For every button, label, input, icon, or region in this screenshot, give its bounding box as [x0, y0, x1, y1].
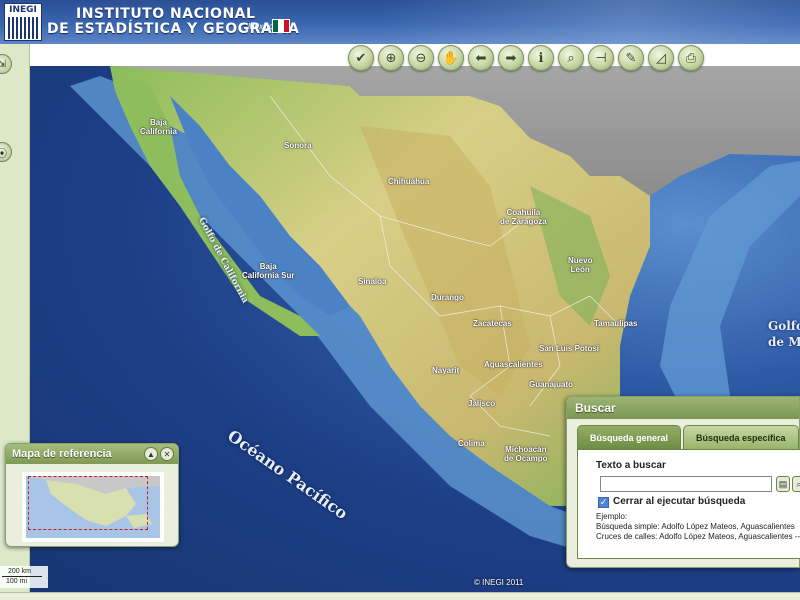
- inegi-logo: INEGI: [4, 3, 42, 41]
- pan-tool-icon: ✋: [442, 50, 460, 66]
- example-title: Ejemplo:: [596, 512, 628, 521]
- measure-tool-button[interactable]: ◿: [648, 45, 674, 71]
- mexico-flag-icon: [272, 19, 290, 33]
- label-zacatecas: Zacatecas: [473, 319, 512, 328]
- label-nayarit: Nayarit: [432, 366, 460, 375]
- pencil-tool-icon: ✎: [625, 50, 637, 66]
- back-tool-button[interactable]: ⬅: [468, 45, 494, 71]
- binoculars-tool-button[interactable]: ⌕: [558, 45, 584, 71]
- back-tool-icon: ⬅: [475, 50, 487, 66]
- scale-bar: 200 km 100 mi: [0, 566, 48, 588]
- check-tool-icon: ✔: [355, 50, 367, 66]
- tab-busqueda-especifica[interactable]: Búsqueda específica: [683, 425, 799, 449]
- bottom-bar: [0, 592, 800, 600]
- search-panel-title: Buscar: [575, 401, 616, 415]
- app-header: INEGI INSTITUTO NACIONAL DE ESTADÍSTICA …: [0, 0, 800, 44]
- info-tool-button[interactable]: ℹ: [528, 45, 554, 71]
- label-coahuila: Coahuila de Zaragoza: [500, 208, 547, 226]
- check-tool-button[interactable]: ✔: [348, 45, 374, 71]
- label-colima: Colima: [458, 439, 485, 448]
- forward-tool-icon: ➡: [505, 50, 517, 66]
- close-on-search-checkbox[interactable]: ✓: [598, 497, 609, 508]
- country-label: México: [248, 22, 274, 31]
- label-sinaloa: Sinaloa: [358, 277, 387, 286]
- label-baja-california-sur: Baja California Sur: [242, 262, 295, 280]
- reference-panel-title: Mapa de referencia: [12, 448, 112, 460]
- label-sonora: Sonora: [284, 141, 312, 150]
- info-tool-icon: ℹ: [538, 50, 544, 66]
- zoom-in-tool-icon: ⊕: [385, 50, 397, 66]
- reference-extent-frame[interactable]: [28, 476, 148, 530]
- search-input[interactable]: [600, 476, 772, 492]
- zoom-out-tool-button[interactable]: ⊖: [408, 45, 434, 71]
- close-on-search-label: Cerrar al ejecutar búsqueda: [613, 496, 746, 507]
- search-panel: Buscar Búsqueda general Búsqueda específ…: [566, 396, 800, 568]
- label-chihuahua: Chihuahua: [388, 177, 430, 186]
- label-durango: Durango: [431, 293, 464, 302]
- rail-expand-button[interactable]: ⇲: [0, 54, 12, 74]
- binoculars-tool-icon: ⌕: [567, 50, 575, 66]
- pan-tool-button[interactable]: ✋: [438, 45, 464, 71]
- search-panel-body: Texto a buscar ▤ ⌕ ✓ Cerrar al ejecutar …: [577, 449, 800, 559]
- label-tamaulipas: Tamaulipas: [594, 319, 638, 328]
- search-go-button[interactable]: ⌕: [792, 476, 800, 492]
- zoom-out-tool-icon: ⊖: [415, 50, 427, 66]
- map-toolbar: ✔ ⊕ ⊖ ✋ ⬅ ➡ ℹ ⌕ ⊣ ✎ ◿ ⎙: [348, 45, 704, 71]
- reference-map-thumbnail[interactable]: [22, 472, 164, 542]
- example-streets: Cruces de calles: Adolfo López Mateos, A…: [596, 532, 800, 541]
- rail-layers-button[interactable]: ⦿: [0, 142, 12, 162]
- measure-tool-icon: ◿: [656, 50, 666, 66]
- search-options-button[interactable]: ▤: [776, 476, 790, 492]
- example-simple: Búsqueda simple: Adolfo López Mateos, Ag…: [596, 522, 795, 531]
- label-michoacan: Michoacán de Ocampo: [504, 445, 548, 463]
- search-panel-header[interactable]: Buscar: [567, 397, 799, 419]
- layers-tool-icon: ⊣: [595, 50, 607, 66]
- institute-title-line1: INSTITUTO NACIONAL: [76, 6, 256, 22]
- tab-busqueda-general[interactable]: Búsqueda general: [577, 425, 682, 449]
- search-text-label: Texto a buscar: [596, 460, 666, 471]
- label-guanajuato: Guanajuato: [529, 380, 574, 389]
- logo-bars: [8, 17, 38, 39]
- pencil-tool-button[interactable]: ✎: [618, 45, 644, 71]
- label-jalisco: Jalisco: [468, 399, 496, 408]
- scale-line: [2, 576, 42, 577]
- forward-tool-button[interactable]: ➡: [498, 45, 524, 71]
- label-san-luis-potosi: San Luis Potosí: [539, 344, 600, 353]
- label-nuevo-leon: Nuevo León: [568, 256, 593, 274]
- print-tool-icon: ⎙: [685, 50, 697, 66]
- label-golfo-mexico: Golfo de Mé: [768, 319, 800, 349]
- logo-text: INEGI: [9, 5, 37, 15]
- reference-map-panel: Mapa de referencia ▲ ✕: [5, 443, 179, 547]
- scale-km: 200 km: [8, 568, 31, 575]
- close-reference-button[interactable]: ✕: [160, 447, 174, 461]
- copyright-notice: © INEGI 2011: [474, 578, 524, 587]
- zoom-in-tool-button[interactable]: ⊕: [378, 45, 404, 71]
- scale-mi: 100 mi: [6, 578, 28, 585]
- print-tool-button[interactable]: ⎙: [678, 45, 704, 71]
- label-baja-california: Baja California: [140, 118, 177, 136]
- label-aguascalientes: Aguascalientes: [484, 360, 543, 369]
- layers-tool-button[interactable]: ⊣: [588, 45, 614, 71]
- collapse-reference-button[interactable]: ▲: [144, 447, 158, 461]
